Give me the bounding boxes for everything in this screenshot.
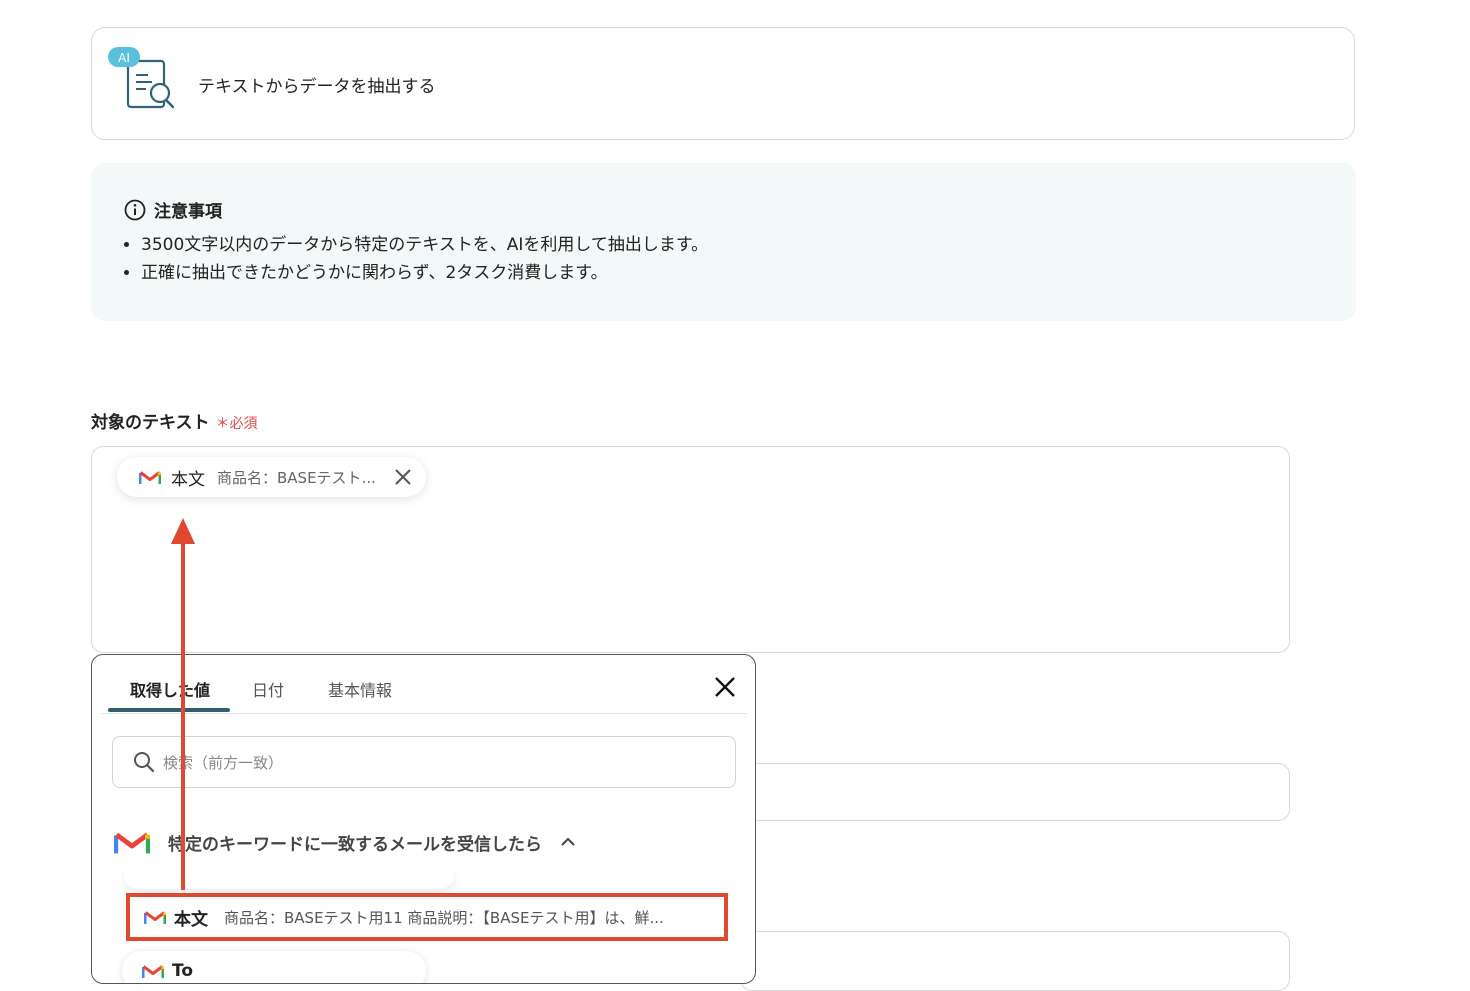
notice-item: 3500文字以内のデータから特定のテキストを、AIを利用して抽出します。 <box>141 231 708 259</box>
chevron-up-icon[interactable] <box>560 837 576 847</box>
gmail-icon <box>114 832 150 854</box>
close-icon[interactable] <box>713 675 737 699</box>
background-field[interactable] <box>740 763 1290 821</box>
gmail-icon <box>142 965 164 978</box>
value-chip[interactable]: 本文 商品名：BASEテスト... <box>117 457 426 497</box>
chip-remove-icon[interactable] <box>392 466 414 488</box>
notice-heading: 注意事項 <box>124 197 222 222</box>
item-name: 本文 <box>174 909 208 930</box>
info-icon <box>124 199 146 220</box>
search-box <box>112 736 736 788</box>
selected-value-item[interactable]: 本文 商品名：BASEテスト用11 商品説明：【BASEテスト用】は、鮮... <box>126 893 728 941</box>
notice-list: 3500文字以内のデータから特定のテキストを、AIを利用して抽出します。 正確に… <box>113 231 708 287</box>
tab-date[interactable]: 日付 <box>252 677 284 701</box>
chip-value: 商品名：BASEテスト... <box>217 468 376 487</box>
annotation-arrow-icon <box>171 518 195 890</box>
svg-text:AI: AI <box>118 51 130 65</box>
chip-name: 本文 <box>171 469 205 490</box>
notice-item: 正確に抽出できたかどうかに関わらず、2タスク消費します。 <box>141 259 708 287</box>
list-item[interactable]: To <box>122 951 426 983</box>
required-mark: ＊必須 <box>215 416 258 432</box>
search-icon <box>134 752 155 773</box>
ai-document-search-icon: AI <box>108 47 175 109</box>
tab-basic-info[interactable]: 基本情報 <box>328 677 392 701</box>
notice-box: 3500文字以内のデータから特定のテキストを、AIを利用して抽出します。 正確に… <box>91 163 1356 321</box>
action-title: テキストからデータを抽出する <box>198 77 436 97</box>
item-name: To <box>172 961 194 981</box>
background-field[interactable] <box>740 931 1290 991</box>
notice-title: 注意事項 <box>154 202 222 222</box>
gmail-icon <box>144 911 166 924</box>
field-label-text: 対象のテキスト <box>91 413 210 433</box>
item-value: 商品名：BASEテスト用11 商品説明：【BASEテスト用】は、鮮... <box>224 908 664 927</box>
field-label: 対象のテキスト ＊必須 <box>91 408 258 433</box>
group-title: 特定のキーワードに一致するメールを受信したら <box>168 834 542 855</box>
search-input[interactable] <box>161 749 725 777</box>
gmail-icon <box>139 471 161 484</box>
